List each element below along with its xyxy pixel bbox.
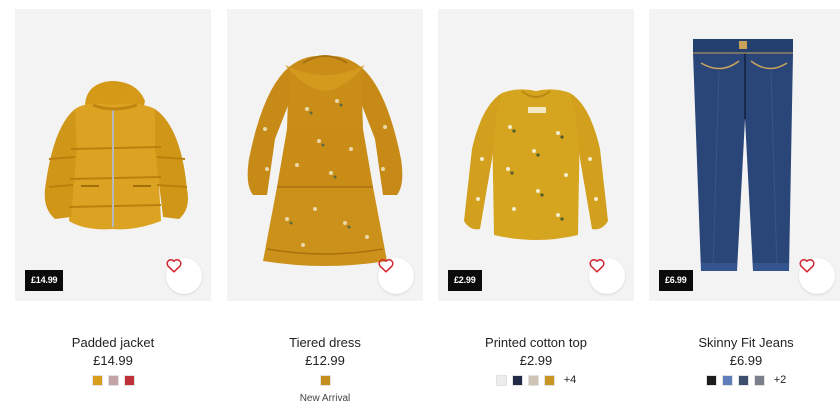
color-swatch[interactable] xyxy=(511,375,523,386)
product-price: £12.99 xyxy=(305,353,345,368)
color-swatch[interactable] xyxy=(91,375,103,386)
new-arrival-badge: New Arrival xyxy=(299,393,351,404)
product-name[interactable]: Skinny Fit Jeans xyxy=(649,335,840,351)
heart-icon xyxy=(166,259,182,273)
favorite-button[interactable] xyxy=(589,258,625,294)
more-colors-link[interactable]: +4 xyxy=(564,374,577,387)
product-info: Printed cotton top £2.99 +4 xyxy=(438,335,634,387)
color-swatch[interactable] xyxy=(705,375,717,386)
product-image[interactable] xyxy=(227,9,423,301)
color-swatch[interactable] xyxy=(319,375,331,386)
product-info: Tiered dress £12.99 New Arrival xyxy=(227,335,423,404)
product-image[interactable]: £6.99 xyxy=(649,9,840,301)
product-card[interactable]: Tiered dress £12.99 New Arrival xyxy=(227,0,423,408)
product-card[interactable]: £6.99 Skinny Fit Jeans £6.99 +2 xyxy=(649,0,840,408)
price-tag: £6.99 xyxy=(659,270,693,291)
product-price: £6.99 xyxy=(729,353,763,368)
product-name[interactable]: Padded jacket xyxy=(15,335,211,351)
product-name[interactable]: Tiered dress xyxy=(227,335,423,351)
product-card[interactable]: £14.99 Padded jacket £14.99 xyxy=(15,0,211,408)
favorite-button[interactable] xyxy=(378,258,414,294)
price-tag: £2.99 xyxy=(448,270,482,291)
color-swatches xyxy=(227,374,423,387)
color-swatch[interactable] xyxy=(527,375,539,386)
heart-icon xyxy=(378,259,394,273)
product-image[interactable]: £2.99 xyxy=(438,9,634,301)
color-swatch[interactable] xyxy=(737,375,749,386)
color-swatches xyxy=(15,374,211,387)
color-swatch[interactable] xyxy=(753,375,765,386)
product-info: Skinny Fit Jeans £6.99 +2 xyxy=(649,335,840,387)
heart-icon xyxy=(799,259,815,273)
favorite-button[interactable] xyxy=(166,258,202,294)
product-price: £14.99 xyxy=(93,353,133,368)
color-swatch[interactable] xyxy=(495,375,507,386)
price-tag: £14.99 xyxy=(25,270,64,291)
favorite-button[interactable] xyxy=(799,258,835,294)
color-swatch[interactable] xyxy=(107,375,119,386)
product-name[interactable]: Printed cotton top xyxy=(438,335,634,351)
more-colors-link[interactable]: +2 xyxy=(774,374,787,387)
product-info: Padded jacket £14.99 xyxy=(15,335,211,387)
heart-icon xyxy=(589,259,605,273)
color-swatches: +2 xyxy=(649,374,840,387)
color-swatch[interactable] xyxy=(721,375,733,386)
product-card[interactable]: £2.99 Printed cotton top £2.99 +4 xyxy=(438,0,634,408)
product-price: £2.99 xyxy=(519,353,553,368)
color-swatch[interactable] xyxy=(123,375,135,386)
product-image[interactable]: £14.99 xyxy=(15,9,211,301)
color-swatches: +4 xyxy=(438,374,634,387)
color-swatch[interactable] xyxy=(543,375,555,386)
